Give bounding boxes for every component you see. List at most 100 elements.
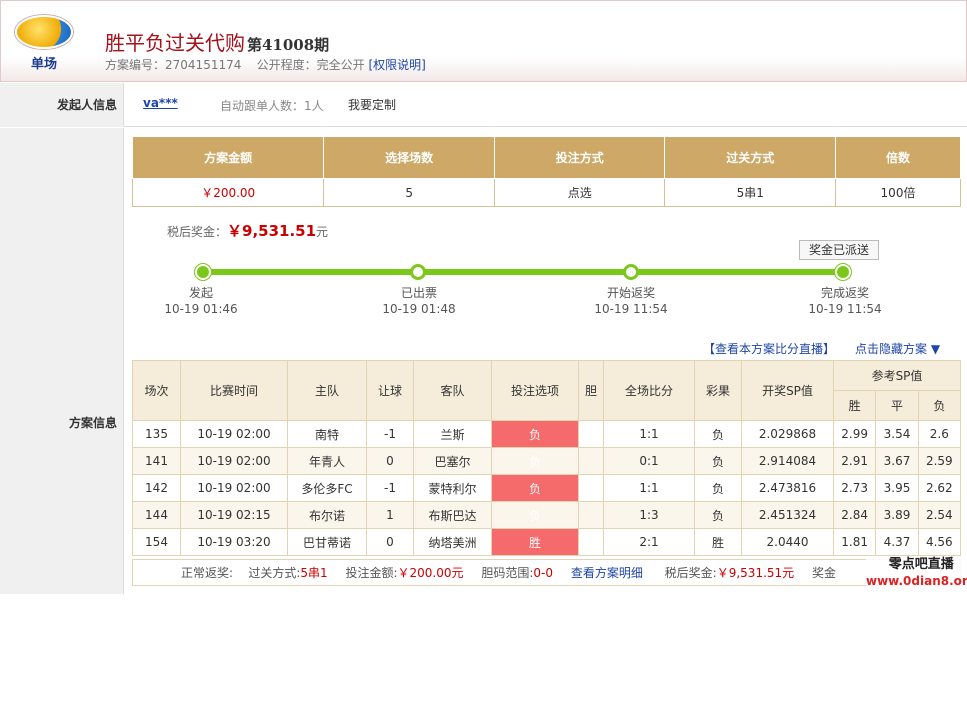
bet-value: ￥200.00元 <box>397 566 464 580</box>
progress-track <box>203 269 843 275</box>
step-name: 发起 <box>188 286 213 300</box>
col-header: 投注选项 <box>491 360 579 421</box>
away-team: 兰斯 <box>413 420 492 448</box>
watermark: 零点吧直播 www.0dian8.org <box>866 556 967 590</box>
progress-step: 发起 10-19 01:46 <box>146 285 256 317</box>
plan-meta: 方案编号：2704151174 公开程度：完全公开 [权限说明] <box>105 56 426 73</box>
title-text: 胜平负过关代购 <box>105 31 245 55</box>
sponsor-name[interactable]: va*** <box>143 96 178 110</box>
sp-value: 2.914084 <box>741 447 834 475</box>
progress-step: 已出票 10-19 01:48 <box>364 285 474 317</box>
range-value: 0-0 <box>533 566 553 580</box>
ref-sub-header: 负 <box>917 390 962 421</box>
handicap: 0 <box>366 447 414 475</box>
summary-header: 投注方式 <box>493 136 666 179</box>
handicap: 1 <box>366 501 414 529</box>
step-time: 10-19 01:46 <box>164 302 238 316</box>
custom-link[interactable]: 我要定制 <box>348 96 396 113</box>
home-team: 巴甘蒂诺 <box>287 528 367 556</box>
col-header: 让球 <box>366 360 414 421</box>
sp-value: 2.029868 <box>741 420 834 448</box>
ref-draw: 4.37 <box>875 528 919 556</box>
issue-number: 第41008期 <box>247 36 330 54</box>
live-score-link[interactable]: 【查看本方案比分直播】 <box>703 340 835 357</box>
plan-info-label: 方案信息 <box>0 128 124 594</box>
match-no: 142 <box>132 474 181 502</box>
table-row: 141 10-19 02:00 年青人 0 巴塞尔负 0:1 负 2.914084 2.91 3.… <box>132 447 962 475</box>
ref-sub-header: 胜 <box>832 390 877 421</box>
plan-no-label: 方案编号： <box>105 58 166 72</box>
after-tax-prize: 税后奖金：￥9,531.51元 <box>167 220 328 241</box>
ref-win: 1.81 <box>832 528 877 556</box>
handicap: -1 <box>366 420 414 448</box>
hide-plan-link[interactable]: 点击隐藏方案 ▼ <box>855 340 940 357</box>
full-score: 1:3 <box>603 501 695 529</box>
result: 负 <box>694 420 742 448</box>
summary-amount: ￥200.00 <box>131 178 325 207</box>
away-team: 布斯巴达 <box>413 501 492 529</box>
ref-lose: 2.6 <box>917 420 962 448</box>
banker <box>578 501 604 529</box>
full-score: 0:1 <box>603 447 695 475</box>
ref-lose: 4.56 <box>917 528 962 556</box>
handicap: -1 <box>366 474 414 502</box>
step-name: 完成返奖 <box>820 286 869 300</box>
normal-label: 正常返奖: <box>181 566 234 580</box>
ref-lose: 2.54 <box>917 501 962 529</box>
full-score: 1:1 <box>603 420 695 448</box>
summary-header: 选择场数 <box>323 136 495 179</box>
match-no: 141 <box>132 447 181 475</box>
progress-step: 开始返奖 10-19 11:54 <box>576 285 686 317</box>
step-name: 已出票 <box>400 286 437 300</box>
match-time: 10-19 03:20 <box>180 528 288 556</box>
table-row: 154 10-19 03:20 巴甘蒂诺 0 纳塔美洲胜 2:1 胜 2.0440 1.81 4.… <box>132 528 962 556</box>
ref-draw: 3.95 <box>875 474 919 502</box>
ref-draw: 3.89 <box>875 501 919 529</box>
tax-value: ￥9,531.51元 <box>716 566 795 580</box>
sponsor-label: 发起人信息 <box>0 83 124 127</box>
sp-value: 2.451324 <box>741 501 834 529</box>
follow-count: 自动跟单人数：1人 <box>220 99 324 113</box>
ref-win: 2.84 <box>832 501 877 529</box>
permission-link[interactable]: [权限说明] <box>369 58 426 72</box>
result: 负 <box>694 474 742 502</box>
progress-dot <box>195 264 211 280</box>
step-time: 10-19 11:54 <box>594 302 668 316</box>
match-time: 10-19 02:00 <box>180 420 288 448</box>
banker <box>578 474 604 502</box>
pass-label: 过关方式: <box>248 566 301 580</box>
match-no: 154 <box>132 528 181 556</box>
summary-header: 过关方式 <box>664 136 837 179</box>
banker <box>578 528 604 556</box>
summary-header: 方案金额 <box>131 136 325 179</box>
public-label: 公开程度： <box>256 58 317 72</box>
col-header: 比赛时间 <box>180 360 288 421</box>
full-score: 1:1 <box>603 474 695 502</box>
home-team: 布尔诺 <box>287 501 367 529</box>
progress-dot <box>623 264 639 280</box>
home-team: 年青人 <box>287 447 367 475</box>
ref-lose: 2.62 <box>917 474 962 502</box>
away-team: 巴塞尔 <box>413 447 492 475</box>
ref-sp-header: 参考SP值 <box>833 360 961 391</box>
bet-pick: 负 <box>491 447 579 475</box>
sp-value: 2.0440 <box>741 528 834 556</box>
plan-footer: 正常返奖: 过关方式:5串1 投注金额:￥200.00元 胆码范围:0-0 查看… <box>132 559 961 586</box>
pass-value: 5串1 <box>300 566 328 580</box>
summary-multiple: 100倍 <box>835 178 961 207</box>
prize-sent-badge: 奖金已派送 <box>799 240 879 260</box>
page-header: 单场 胜平负过关代购 第41008期 方案编号：2704151174 公开程度：完… <box>0 0 967 82</box>
ref-draw: 3.67 <box>875 447 919 475</box>
banker <box>578 447 604 475</box>
match-time: 10-19 02:15 <box>180 501 288 529</box>
col-header: 全场比分 <box>603 360 695 421</box>
prize-amount: ￥9,531.51 <box>227 222 317 240</box>
plan-detail-link[interactable]: 查看方案明细 <box>571 566 643 580</box>
ref-draw: 3.54 <box>875 420 919 448</box>
col-header: 场次 <box>132 360 181 421</box>
bet-pick: 负 <box>491 420 579 448</box>
home-team: 多伦多FC <box>287 474 367 502</box>
bet-pick: 负 <box>491 474 579 502</box>
prize-unit: 元 <box>316 225 329 239</box>
footer-tail: 奖金 <box>812 566 837 580</box>
